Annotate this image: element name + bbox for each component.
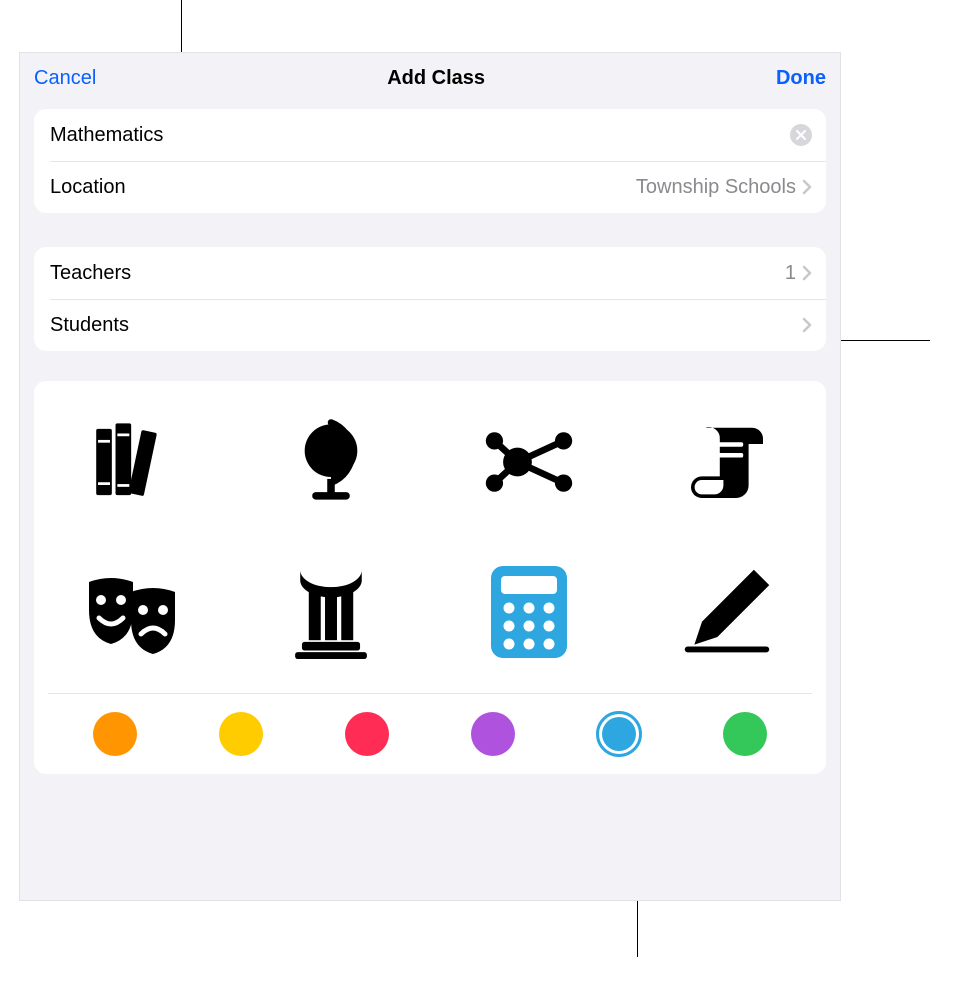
chevron-right-icon <box>802 265 812 281</box>
icon-option-column[interactable] <box>232 537 430 687</box>
location-label: Location <box>50 176 636 199</box>
color-row <box>34 694 826 756</box>
globe-icon <box>284 415 378 509</box>
icon-option-scroll[interactable] <box>628 387 826 537</box>
color-option-green[interactable] <box>723 712 767 756</box>
color-option-orange[interactable] <box>93 712 137 756</box>
students-row[interactable]: Students <box>34 299 826 351</box>
color-option-purple[interactable] <box>471 712 515 756</box>
molecule-icon <box>481 414 577 510</box>
column-icon <box>288 565 374 659</box>
icon-option-calculator[interactable] <box>430 537 628 687</box>
icon-option-pencil[interactable] <box>628 537 826 687</box>
class-name-row[interactable] <box>34 109 826 161</box>
color-option-blue[interactable] <box>597 712 641 756</box>
icon-option-drama[interactable] <box>34 537 232 687</box>
location-value: Township Schools <box>636 176 796 199</box>
page-title: Add Class <box>387 67 485 90</box>
clear-text-button[interactable] <box>790 124 812 146</box>
teachers-row[interactable]: Teachers 1 <box>34 247 826 299</box>
close-icon <box>796 130 806 140</box>
icon-option-books[interactable] <box>34 387 232 537</box>
location-row[interactable]: Location Township Schools <box>34 161 826 213</box>
pencil-icon <box>679 564 775 660</box>
icon-grid <box>34 381 826 693</box>
calculator-icon <box>489 564 569 660</box>
books-icon <box>87 416 179 508</box>
color-option-pink[interactable] <box>345 712 389 756</box>
chevron-right-icon <box>802 179 812 195</box>
add-class-modal: Cancel Add Class Done Location Township … <box>19 52 841 901</box>
icon-option-molecule[interactable] <box>430 387 628 537</box>
color-option-yellow[interactable] <box>219 712 263 756</box>
drama-masks-icon <box>83 562 183 662</box>
people-group: Teachers 1 Students <box>34 247 826 351</box>
nav-bar: Cancel Add Class Done <box>20 53 840 103</box>
students-label: Students <box>50 314 796 337</box>
scroll-icon <box>682 417 772 507</box>
appearance-panel <box>34 381 826 774</box>
icon-option-globe[interactable] <box>232 387 430 537</box>
teachers-count: 1 <box>785 262 796 285</box>
callout-line-students <box>841 340 930 341</box>
chevron-right-icon <box>802 317 812 333</box>
cancel-button[interactable]: Cancel <box>34 67 96 90</box>
done-button[interactable]: Done <box>776 67 826 90</box>
teachers-label: Teachers <box>50 262 785 285</box>
class-info-group: Location Township Schools <box>34 109 826 213</box>
class-name-input[interactable] <box>50 124 790 147</box>
